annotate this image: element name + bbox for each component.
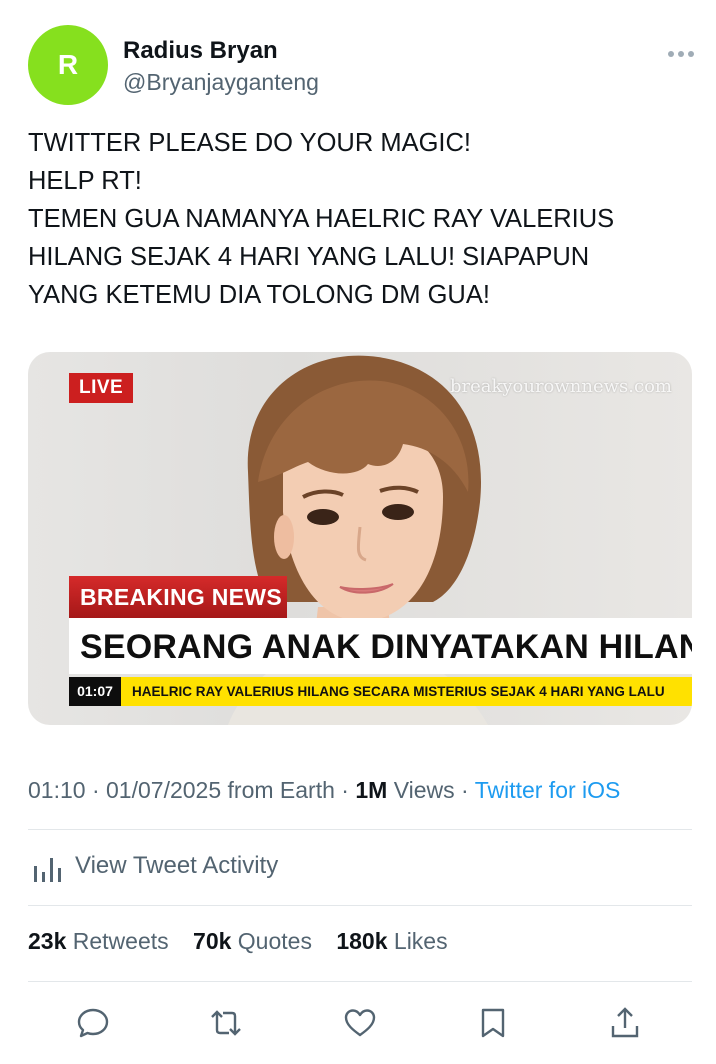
bar-chart-icon xyxy=(34,858,61,882)
quotes-count: 70k xyxy=(193,928,232,954)
author-name[interactable]: Radius Bryan xyxy=(123,37,278,65)
views-count: 1M xyxy=(355,777,388,803)
retweet-icon[interactable] xyxy=(209,1006,243,1040)
tweet-line: HILANG SEJAK 4 HARI YANG LALU! SIAPAPUN xyxy=(28,243,590,271)
views-label: Views xyxy=(393,777,455,803)
reply-icon[interactable] xyxy=(76,1006,110,1040)
ticker-text: HAELRIC RAY VALERIUS HILANG SECARA MISTE… xyxy=(132,684,665,699)
tweet-text: TWITTER PLEASE DO YOUR MAGIC! HELP RT! T… xyxy=(28,124,688,314)
tweet-line: HELP RT! xyxy=(28,167,142,195)
retweets-stat[interactable]: 23k Retweets xyxy=(28,928,169,954)
tweet-line: TWITTER PLEASE DO YOUR MAGIC! xyxy=(28,129,472,157)
engagement-stats: 23k Retweets 70k Quotes 180k Likes xyxy=(28,928,448,955)
divider xyxy=(28,829,692,830)
tweet-time[interactable]: 01:10 xyxy=(28,777,86,803)
bookmark-icon[interactable] xyxy=(476,1006,510,1040)
meta-separator: · xyxy=(461,777,469,803)
divider xyxy=(28,981,692,982)
likes-count: 180k xyxy=(336,928,388,954)
likes-label: Likes xyxy=(393,928,448,954)
retweets-label: Retweets xyxy=(72,928,169,954)
tweet-media-image[interactable]: LIVE breakyourownnews.com BREAKING NEWS … xyxy=(28,352,692,725)
breaking-news-banner: BREAKING NEWS xyxy=(69,576,287,618)
divider xyxy=(28,905,692,906)
quotes-stat[interactable]: 70k Quotes xyxy=(193,928,312,954)
tweet-location: from Earth xyxy=(227,777,335,803)
tweet-header: R Radius Bryan @Bryanjayganteng xyxy=(28,25,694,105)
news-ticker: 01:07 HAELRIC RAY VALERIUS HILANG SECARA … xyxy=(69,677,692,706)
author-handle[interactable]: @Bryanjayganteng xyxy=(123,69,319,96)
tweet-actions xyxy=(0,1000,716,1048)
news-headline: SEORANG ANAK DINYATAKAN HILANG xyxy=(69,618,692,674)
watermark: breakyourownnews.com xyxy=(449,376,672,397)
avatar[interactable]: R xyxy=(28,25,108,105)
tweet-meta: 01:10 · 01/07/2025 from Earth · 1M Views… xyxy=(28,777,620,804)
tweet-line: YANG KETEMU DIA TOLONG DM GUA! xyxy=(28,281,490,309)
quotes-label: Quotes xyxy=(237,928,312,954)
activity-label: View Tweet Activity xyxy=(75,852,279,879)
share-icon[interactable] xyxy=(608,1006,642,1040)
likes-stat[interactable]: 180k Likes xyxy=(336,928,447,954)
client-link[interactable]: Twitter for iOS xyxy=(475,777,621,803)
tweet-line: TEMEN GUA NAMANYA HAELRIC RAY VALERIUS xyxy=(28,205,615,233)
more-dots-graphic xyxy=(668,51,694,57)
live-badge: LIVE xyxy=(69,373,134,403)
tweet-date[interactable]: 01/07/2025 xyxy=(106,777,221,803)
retweets-count: 23k xyxy=(28,928,67,954)
like-icon[interactable] xyxy=(343,1006,377,1040)
meta-separator: · xyxy=(91,777,100,803)
more-horizontal-icon[interactable] xyxy=(668,39,694,59)
ticker-time: 01:07 xyxy=(69,677,121,706)
meta-separator: · xyxy=(341,777,349,803)
